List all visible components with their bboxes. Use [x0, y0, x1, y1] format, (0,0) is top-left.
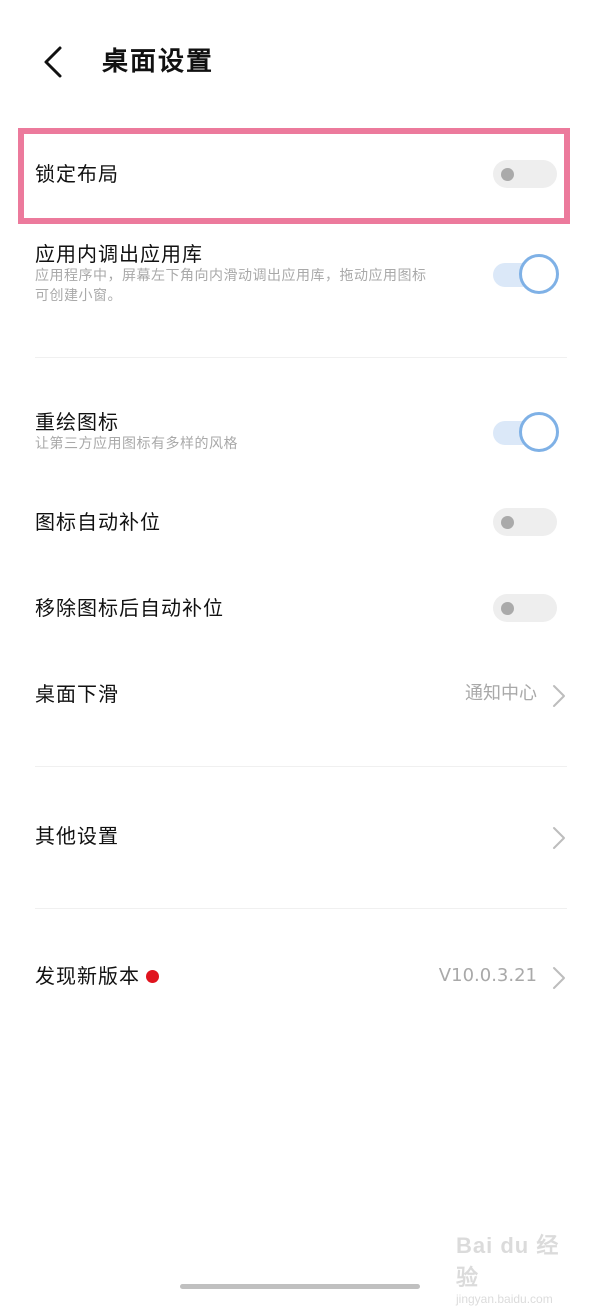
divider: [35, 908, 567, 909]
desktop-swipe-down-label: 桌面下滑: [35, 682, 119, 706]
icon-auto-fill-toggle[interactable]: [493, 508, 557, 536]
redraw-icons-label: 重绘图标: [35, 410, 119, 434]
update-badge: [146, 970, 159, 983]
app-library-label: 应用内调出应用库: [35, 242, 203, 266]
redraw-icons-toggle[interactable]: [493, 412, 559, 452]
lock-layout-toggle[interactable]: [493, 160, 557, 188]
new-version-value: V10.0.3.21: [438, 965, 537, 986]
app-library-description-line1: 应用程序中，屏幕左下角向内滑动调出应用库，拖动应用图标: [35, 268, 427, 284]
app-library-description-line2: 可创建小窗。: [35, 288, 122, 304]
toggle-knob: [501, 168, 514, 181]
lock-layout-label: 锁定布局: [35, 162, 119, 186]
chevron-left-icon: [44, 46, 62, 78]
new-version-label: 发现新版本: [35, 964, 140, 988]
chevron-right-icon: [553, 685, 565, 707]
icon-auto-fill-label: 图标自动补位: [35, 510, 161, 534]
baidu-watermark: Bai du 经验 jingyan.baidu.com: [456, 1228, 576, 1306]
app-library-toggle[interactable]: [493, 254, 559, 294]
divider: [35, 766, 567, 767]
watermark-url: jingyan.baidu.com: [456, 1292, 553, 1306]
other-settings-label: 其他设置: [35, 824, 119, 848]
page-title: 桌面设置: [102, 47, 215, 77]
chevron-right-icon: [553, 967, 565, 989]
remove-icon-auto-fill-toggle[interactable]: [493, 594, 557, 622]
toggle-knob: [519, 254, 559, 294]
remove-icon-auto-fill-label: 移除图标后自动补位: [35, 596, 224, 620]
watermark-brand: Bai du 经验: [456, 1233, 560, 1290]
redraw-icons-description: 让第三方应用图标有多样的风格: [35, 436, 238, 452]
back-button[interactable]: [30, 38, 78, 86]
chevron-right-icon: [553, 827, 565, 849]
toggle-knob: [501, 602, 514, 615]
desktop-swipe-down-value: 通知中心: [465, 683, 537, 704]
toggle-knob: [519, 412, 559, 452]
toggle-knob: [501, 516, 514, 529]
home-indicator[interactable]: [180, 1284, 420, 1289]
divider: [35, 357, 567, 358]
